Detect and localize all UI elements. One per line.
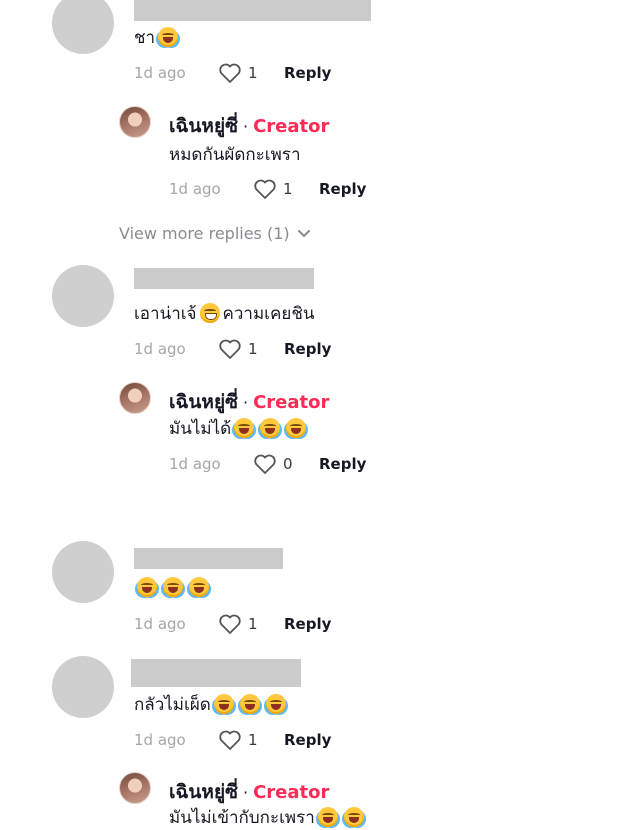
heart-icon[interactable] [218, 338, 242, 360]
timestamp: 1d ago [134, 64, 186, 82]
face-with-tears-of-joy-icon [189, 577, 209, 597]
like-count: 1 [283, 180, 293, 198]
separator: · [242, 393, 249, 412]
face-with-tears-of-joy-icon [234, 418, 255, 438]
comment-meta: 1d ago 1 Reply [134, 728, 331, 752]
comment-meta: 1d ago 1 Reply [134, 61, 331, 85]
like-count: 1 [248, 615, 258, 633]
creator-avatar[interactable] [119, 382, 151, 414]
like-count: 1 [248, 340, 258, 358]
reply-meta: 1d ago 0 Reply [169, 452, 366, 476]
like-button[interactable]: 1 [253, 178, 319, 200]
reply-button[interactable]: Reply [319, 180, 366, 198]
face-with-tears-of-joy-icon [260, 418, 281, 438]
timestamp: 1d ago [169, 455, 221, 473]
reply-author[interactable]: เฉินหยู่ซี่ [169, 777, 238, 807]
like-count: 1 [248, 731, 258, 749]
separator: · [242, 783, 249, 802]
reply-button[interactable]: Reply [284, 64, 331, 82]
creator-avatar[interactable] [119, 772, 151, 804]
comment-text [134, 576, 212, 600]
like-count: 0 [283, 455, 293, 473]
grinning-face-icon [199, 303, 220, 323]
username-placeholder[interactable] [134, 268, 314, 289]
heart-icon[interactable] [218, 613, 242, 635]
reply-header: เฉินหยู่ซี่ · Creator [169, 111, 329, 141]
creator-badge: Creator [253, 116, 330, 137]
avatar[interactable] [52, 656, 114, 718]
username-placeholder[interactable] [134, 0, 371, 21]
avatar[interactable] [52, 0, 114, 54]
reply-text: หมดกันผัดกะเพรา [169, 145, 301, 165]
reply-author[interactable]: เฉินหยู่ซี่ [169, 111, 238, 141]
chevron-down-icon [297, 229, 310, 237]
comment-text: เอาน่าเจ้ ความเคยชิน [134, 303, 315, 324]
face-with-tears-of-joy-icon [286, 418, 307, 438]
timestamp: 1d ago [134, 615, 186, 633]
reply-author[interactable]: เฉินหยู่ซี่ [169, 387, 238, 417]
face-with-tears-of-joy-icon [265, 694, 286, 714]
heart-icon[interactable] [218, 62, 242, 84]
face-with-tears-of-joy-icon [343, 807, 364, 827]
reply-button[interactable]: Reply [284, 615, 331, 633]
face-with-tears-of-joy-icon [317, 807, 338, 827]
reply-text: มันไม่เข้ากับกะเพรา [169, 806, 367, 830]
reply-text: มันไม่ได้ [169, 417, 309, 441]
face-with-tears-of-joy-icon [239, 694, 260, 714]
reply-meta: 1d ago 1 Reply [169, 177, 366, 201]
like-button[interactable]: 0 [253, 453, 319, 475]
like-button[interactable]: 1 [218, 729, 284, 751]
creator-badge: Creator [253, 782, 330, 803]
heart-icon[interactable] [218, 729, 242, 751]
like-button[interactable]: 1 [218, 613, 284, 635]
comment-meta: 1d ago 1 Reply [134, 612, 331, 636]
like-button[interactable]: 1 [218, 338, 284, 360]
separator: · [242, 117, 249, 136]
timestamp: 1d ago [134, 731, 186, 749]
like-count: 1 [248, 64, 258, 82]
face-with-tears-of-joy-icon [163, 577, 183, 597]
username-placeholder[interactable] [134, 548, 283, 569]
face-with-tears-of-joy-icon [137, 577, 157, 597]
face-with-tears-of-joy-icon [213, 694, 234, 714]
like-button[interactable]: 1 [218, 62, 284, 84]
view-more-replies-button[interactable]: View more replies (1) [119, 224, 310, 243]
face-with-tears-of-joy-icon [158, 27, 179, 47]
avatar[interactable] [52, 541, 114, 603]
heart-icon[interactable] [253, 453, 277, 475]
username-placeholder[interactable] [131, 659, 301, 687]
reply-button[interactable]: Reply [284, 340, 331, 358]
comment-text: กลัวไม่เผ็ด [134, 693, 289, 717]
view-more-label: View more replies (1) [119, 224, 290, 243]
creator-badge: Creator [253, 392, 330, 413]
reply-header: เฉินหยู่ซี่ · Creator [169, 777, 329, 807]
avatar[interactable] [52, 265, 114, 327]
timestamp: 1d ago [134, 340, 186, 358]
reply-header: เฉินหยู่ซี่ · Creator [169, 387, 329, 417]
comment-text: ชา [134, 26, 181, 50]
reply-button[interactable]: Reply [284, 731, 331, 749]
timestamp: 1d ago [169, 180, 221, 198]
creator-avatar[interactable] [119, 106, 151, 138]
comment-meta: 1d ago 1 Reply [134, 337, 331, 361]
reply-button[interactable]: Reply [319, 455, 366, 473]
heart-icon[interactable] [253, 178, 277, 200]
